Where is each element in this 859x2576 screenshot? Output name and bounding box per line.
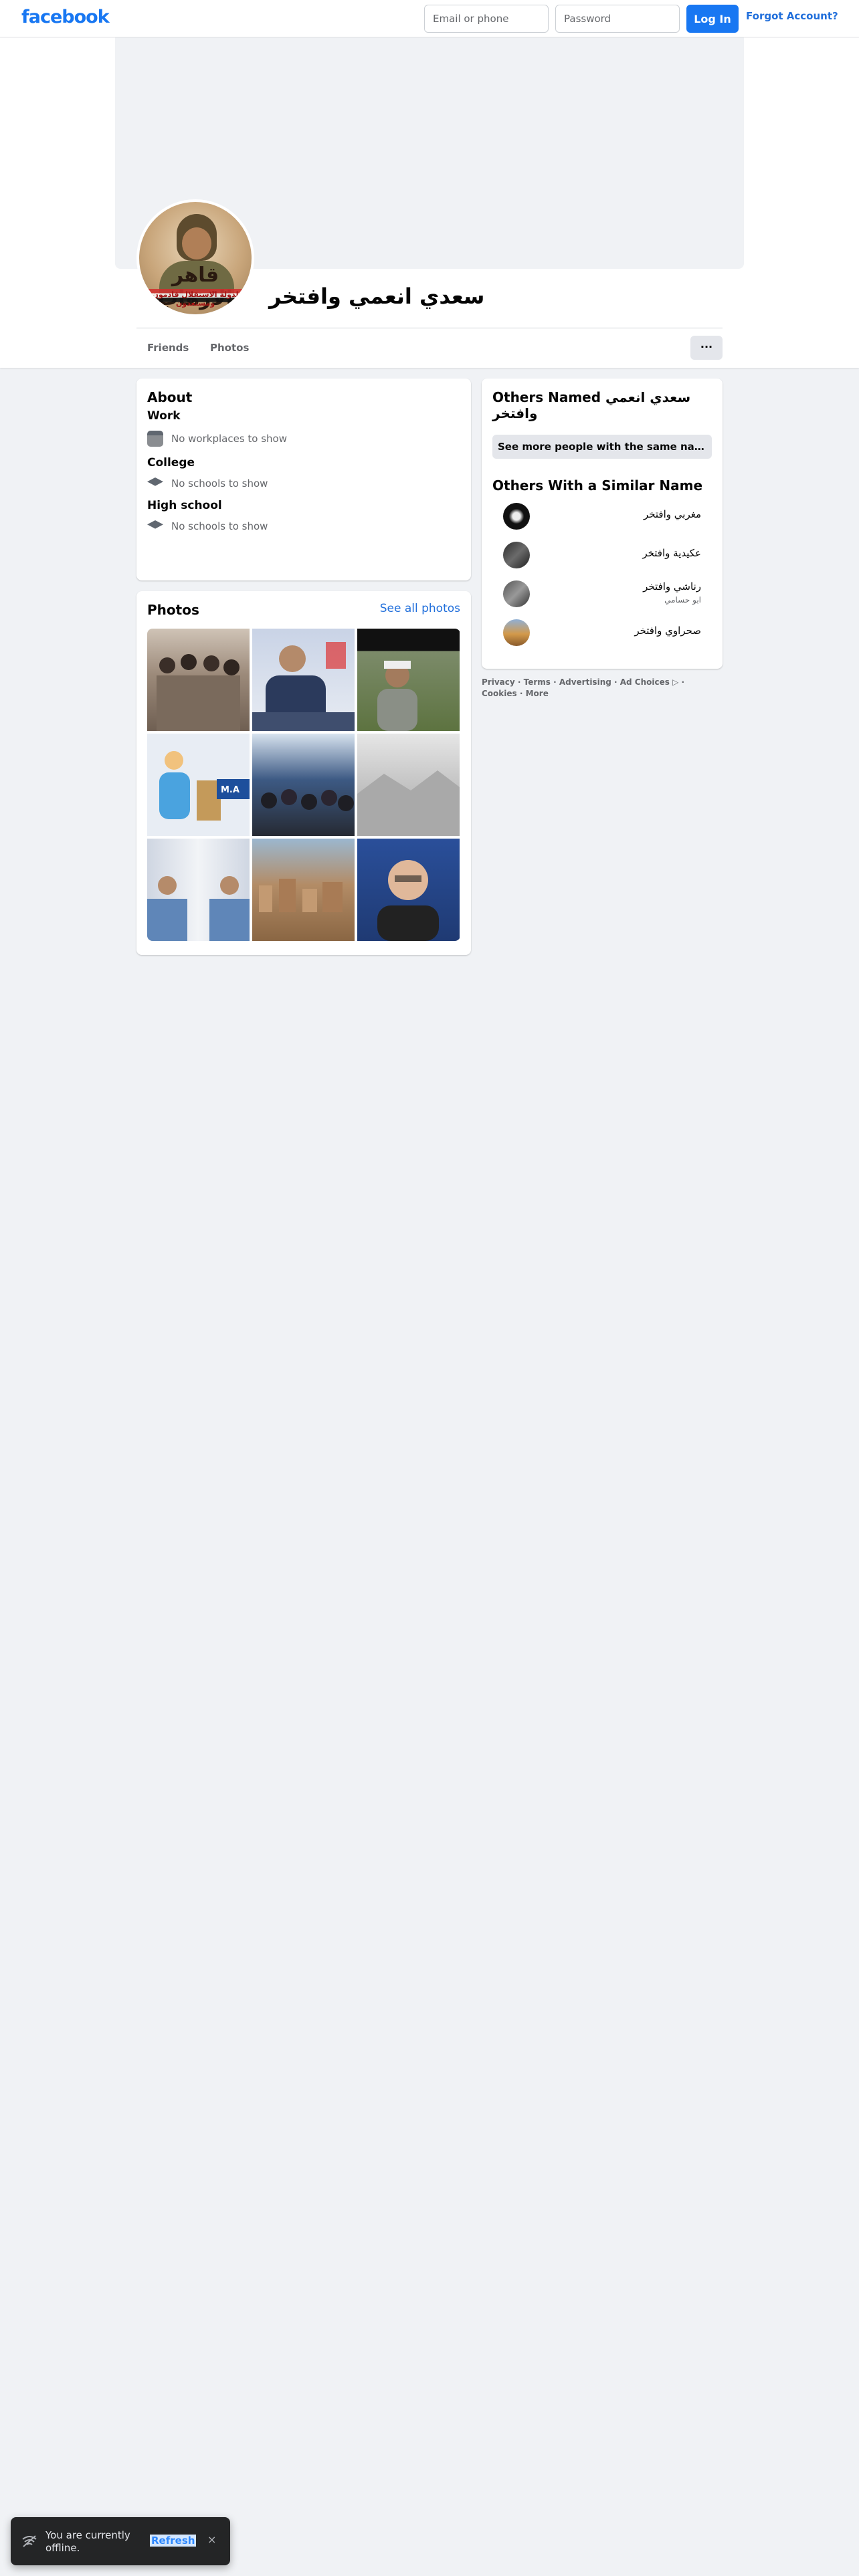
footer-link-cookies[interactable]: Cookies [482, 689, 517, 698]
graduation-cap-icon [147, 477, 163, 486]
footer-links: Privacy · Terms · Advertising · Ad Choic… [482, 677, 685, 698]
avatar-subcaption: لدولة الاستقلال قادمون ومستعدون [152, 290, 239, 308]
photo-cartoon: M.A [159, 751, 250, 821]
photo-tile[interactable] [252, 839, 355, 941]
about-card: About Work No workplaces to show College… [136, 379, 471, 580]
photo-group-soldiers [157, 654, 240, 731]
photo-tile[interactable] [147, 629, 250, 731]
photos-grid: M.A [147, 629, 460, 941]
person-avatar[interactable] [503, 619, 530, 646]
tab-friends[interactable]: Friends [136, 334, 199, 361]
facebook-logo[interactable]: facebook [21, 7, 110, 27]
refresh-button[interactable]: Refresh [150, 2535, 197, 2547]
person-avatar[interactable] [503, 580, 530, 607]
others-named-title: Others Named سعدي انعمي وافتخر [492, 389, 691, 421]
ad-choices-icon: ▷ [672, 677, 679, 687]
login-button[interactable]: Log In [686, 5, 739, 33]
photo-elder-portrait [377, 661, 417, 731]
footer-link-ad-choices[interactable]: Ad Choices [620, 677, 670, 687]
high-school-row: No schools to show [147, 520, 460, 532]
close-icon[interactable]: × [207, 2533, 216, 2546]
work-row: No workplaces to show [147, 431, 460, 447]
avatar-face [182, 227, 211, 259]
person-name[interactable]: عكيدية وافتخر [642, 547, 701, 559]
graduation-cap-icon [147, 520, 163, 529]
work-heading: Work [147, 409, 181, 423]
top-navigation-bar: facebook Log In Forgot Account? [0, 0, 859, 37]
photo-tile[interactable] [147, 839, 250, 941]
work-text: No workplaces to show [171, 433, 287, 445]
photos-card: Photos See all photos M.A [136, 591, 471, 955]
briefcase-icon [147, 431, 163, 447]
footer-link-more[interactable]: More [526, 689, 549, 698]
others-named-card: Others Named سعدي انعمي وافتخر See more … [482, 379, 723, 669]
tab-photos[interactable]: Photos [199, 334, 260, 361]
email-input[interactable] [424, 5, 549, 33]
similar-person-item[interactable]: عكيدية وافتخر [492, 534, 712, 571]
person-name[interactable]: صحراوي وافتخر [634, 625, 701, 637]
person-avatar[interactable] [503, 503, 530, 530]
footer-link-privacy[interactable]: Privacy [482, 677, 515, 687]
similar-person-item[interactable]: صحراوي وافتخر [492, 611, 712, 649]
profile-header: قاهر الارهاب لدولة الاستقلال قادمون ومست… [0, 37, 859, 368]
similar-person-item[interactable]: مغربي وافتخر [492, 495, 712, 532]
person-name[interactable]: رناشي وافتخر [643, 580, 701, 593]
photo-tile[interactable] [357, 839, 460, 941]
photo-tile[interactable] [357, 629, 460, 731]
photo-tile[interactable]: M.A [147, 734, 250, 836]
photo-tile-label: M.A [221, 785, 240, 795]
see-all-photos-link[interactable]: See all photos [380, 602, 460, 615]
photo-crowd [261, 789, 354, 811]
college-heading: College [147, 456, 195, 469]
photo-mirrored-portrait [147, 876, 250, 941]
profile-avatar[interactable]: قاهر الارهاب لدولة الاستقلال قادمون ومست… [136, 199, 254, 317]
photo-city-aerial [259, 879, 343, 912]
see-more-people-button[interactable]: See more people with the same name [492, 435, 712, 459]
high-school-text: No schools to show [171, 520, 268, 532]
offline-toast: You are currently offline. Refresh × [11, 2517, 230, 2565]
more-options-button[interactable]: ··· [690, 336, 723, 360]
offline-message: You are currently offline. [45, 2529, 130, 2554]
forgot-account-link[interactable]: Forgot Account? [746, 10, 838, 22]
footer-link-terms[interactable]: Terms [524, 677, 551, 687]
password-input[interactable] [555, 5, 680, 33]
person-avatar[interactable] [503, 542, 530, 568]
photo-tile[interactable] [252, 629, 355, 731]
photo-tile[interactable] [252, 734, 355, 836]
photo-landscape-sketch [357, 770, 460, 836]
photo-tile[interactable] [357, 734, 460, 836]
photo-man-with-glasses [377, 860, 439, 941]
high-school-heading: High school [147, 499, 222, 512]
college-row: No schools to show [147, 477, 460, 490]
person-name[interactable]: مغربي وافتخر [644, 508, 701, 520]
footer-link-advertising[interactable]: Advertising [559, 677, 611, 687]
similar-person-item[interactable]: رناشي وافتخر ابو حسامي [492, 572, 712, 610]
wifi-off-icon [22, 2535, 37, 2547]
about-title: About [147, 389, 193, 405]
college-text: No schools to show [171, 477, 268, 490]
person-subtitle: ابو حسامي [664, 595, 701, 605]
similar-name-title: Others With a Similar Name [492, 477, 703, 494]
photo-man-in-suit [252, 642, 355, 731]
profile-name: سعدي انعمي وافتخر [269, 284, 485, 309]
